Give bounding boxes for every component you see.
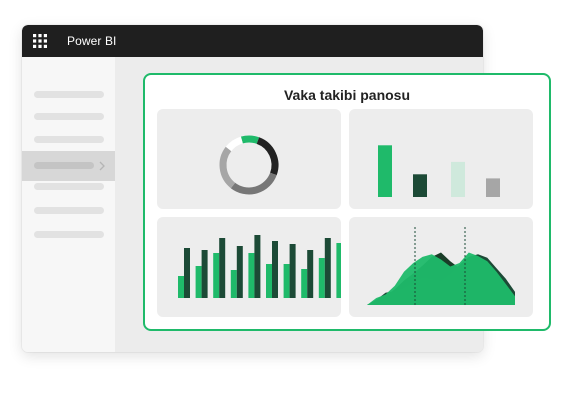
title-bar: Power BI: [22, 25, 483, 57]
sidebar-item-3[interactable]: [22, 132, 115, 148]
sidebar-item-placeholder: [34, 207, 104, 214]
area-chart: [367, 227, 515, 305]
sidebar-item-7[interactable]: [22, 227, 115, 243]
bar-s1-3: [213, 253, 220, 298]
bar-s2-3: [219, 238, 226, 298]
sidebar-item-5[interactable]: [22, 179, 115, 195]
sidebar-item-placeholder: [34, 91, 104, 98]
area-series-3: [367, 252, 515, 305]
dashboard-title: Vaka takibi panosu: [283, 87, 411, 103]
sidebar-item-placeholder: [34, 136, 104, 143]
sidebar-item-placeholder: [34, 183, 104, 190]
bar-s1-8: [301, 269, 308, 298]
donut-slice-1: [240, 135, 260, 144]
bar-s1-4: [230, 270, 237, 298]
bar-s2-9: [324, 238, 331, 298]
sidebar-item-2[interactable]: [22, 109, 115, 125]
area-chart-tile[interactable]: [349, 217, 533, 317]
chevron-right-icon: [99, 161, 105, 171]
app-grid-icon[interactable]: [33, 34, 47, 48]
bar-s2-2: [201, 250, 208, 298]
sidebar-item-1[interactable]: [22, 87, 115, 103]
bar-s2-7: [289, 244, 296, 298]
bar-s1-9: [318, 258, 325, 298]
bar-s1-5: [248, 253, 255, 298]
sidebar-item-placeholder: [34, 113, 104, 120]
bar-4: [486, 178, 500, 197]
donut-chart-tile[interactable]: [157, 109, 341, 209]
bar-s1-7: [283, 264, 290, 298]
bar-s1-10: [336, 243, 341, 298]
bar-chart-tile[interactable]: [349, 109, 533, 209]
bar-s1-6: [266, 264, 272, 298]
app-title: Power BI: [67, 34, 117, 48]
sidebar-item-placeholder: [34, 231, 104, 238]
bar-3: [451, 161, 465, 197]
donut-slice-5: [225, 136, 244, 152]
bar-s2-5: [254, 235, 261, 298]
bar-s2-1: [184, 248, 190, 298]
sidebar-item-6[interactable]: [22, 203, 115, 219]
donut-chart: [219, 135, 279, 195]
bar-1: [378, 145, 392, 197]
donut-slice-2: [256, 137, 279, 176]
sidebar: [22, 57, 115, 352]
bar-chart: [378, 145, 500, 197]
bar-s2-4: [236, 246, 243, 298]
bar-2: [413, 174, 427, 197]
donut-slice-4: [219, 146, 236, 189]
bar-s1-1: [178, 276, 184, 298]
bar-s1-2: [195, 266, 202, 298]
grouped-bar-chart: [178, 235, 341, 298]
bar-s2-8: [307, 250, 314, 298]
dashboard-panel: Vaka takibi panosu: [143, 73, 551, 331]
grouped-bar-chart-tile[interactable]: [157, 217, 341, 317]
sidebar-item-4[interactable]: [22, 151, 115, 181]
sidebar-item-placeholder: [34, 162, 94, 169]
donut-slice-3: [230, 172, 277, 195]
bar-s2-6: [272, 241, 278, 298]
